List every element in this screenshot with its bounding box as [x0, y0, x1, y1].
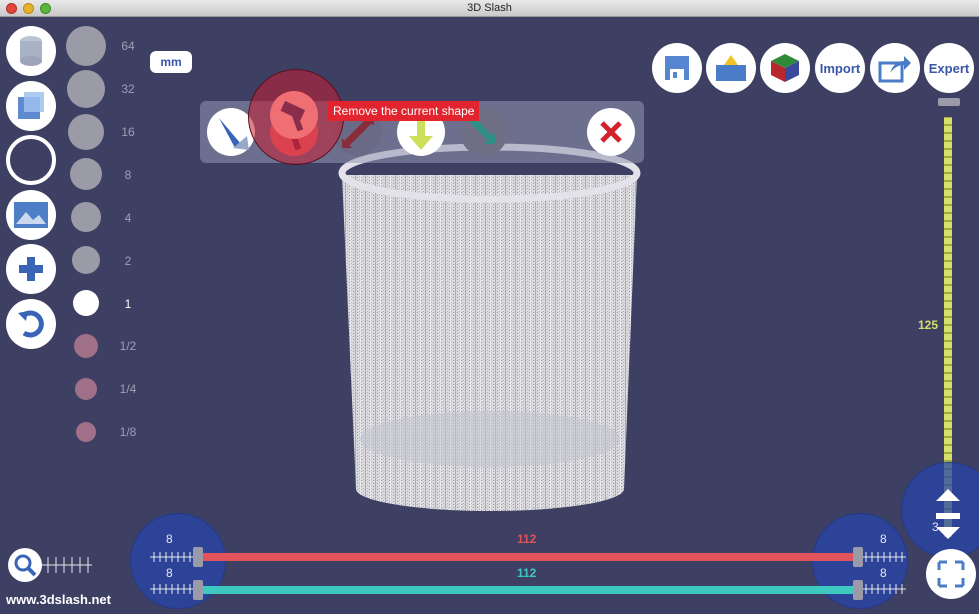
window-title: 3D Slash	[467, 2, 512, 14]
size-quarter-dot[interactable]	[75, 378, 97, 400]
close-toolbar-button[interactable]	[587, 108, 635, 156]
size-1-dot[interactable]	[73, 290, 99, 316]
size-64-dot[interactable]	[66, 26, 106, 66]
website-link[interactable]: www.3dslash.net	[6, 592, 111, 607]
size-eighth-dot[interactable]	[76, 422, 96, 442]
cube-icon	[18, 92, 44, 119]
tooltip: Remove the current shape	[328, 101, 480, 121]
add-button[interactable]	[6, 244, 56, 294]
red-slider-value: 112	[517, 532, 537, 546]
zoom-button[interactable]	[8, 548, 42, 582]
size-2-label: 2	[124, 254, 132, 268]
close-window-button[interactable]	[6, 3, 17, 14]
export-3d-button[interactable]	[760, 43, 810, 93]
close-icon	[600, 121, 622, 143]
window-titlebar: 3D Slash	[0, 0, 979, 17]
save-button[interactable]	[652, 43, 702, 93]
teal-slider-right-handle[interactable]	[853, 580, 863, 600]
minimize-window-button[interactable]	[23, 3, 34, 14]
cylinder-bottom	[360, 411, 620, 467]
size-16-label: 16	[121, 125, 135, 139]
share-button[interactable]	[870, 43, 920, 93]
magnifier-icon	[14, 554, 37, 577]
corner-value: 3	[932, 520, 939, 534]
unit-button[interactable]: mm	[150, 51, 192, 73]
expand-icon	[937, 560, 965, 588]
vertical-slider-top-handle[interactable]	[938, 98, 960, 106]
open-button[interactable]	[706, 43, 756, 93]
hammer-icon	[280, 100, 306, 132]
fit-view-button[interactable]	[926, 549, 976, 599]
size-4-dot[interactable]	[71, 202, 101, 232]
shape-cylinder-button[interactable]	[6, 26, 56, 76]
expert-button[interactable]: Expert	[924, 43, 974, 93]
size-4-label: 4	[124, 211, 132, 225]
size-16-dot[interactable]	[68, 114, 104, 150]
cylinder-icon	[20, 36, 42, 66]
import-image-button[interactable]	[6, 190, 56, 240]
teal-slider-left-handle[interactable]	[193, 580, 203, 600]
left-top-value: 8	[166, 532, 173, 546]
red-slider-right-handle[interactable]	[853, 547, 863, 567]
vertical-slider-value: 125	[918, 318, 939, 332]
save-icon	[665, 56, 689, 80]
size-64-label: 64	[121, 39, 135, 53]
size-2-dot[interactable]	[72, 246, 100, 274]
share-icon	[878, 56, 911, 83]
size-quarter-label: 1/4	[119, 382, 137, 396]
zoom-window-button[interactable]	[40, 3, 51, 14]
slider-ticks	[150, 552, 906, 594]
size-32-dot[interactable]	[67, 70, 105, 108]
size-8-dot[interactable]	[70, 158, 102, 190]
size-32-label: 32	[121, 82, 135, 96]
up-down-arrows-icon	[936, 489, 960, 539]
size-8-label: 8	[124, 168, 132, 182]
plus-icon	[19, 257, 43, 281]
workspace[interactable]: 64 32 16 8 4 2 1 1/2 1/4 1/8 mm Remove t…	[0, 17, 979, 614]
red-slider-left-handle[interactable]	[193, 547, 203, 567]
undo-icon	[18, 310, 44, 338]
shape-empty-button[interactable]	[6, 135, 56, 185]
folder-icon	[716, 55, 746, 81]
size-half-dot[interactable]	[74, 334, 98, 358]
image-icon	[14, 202, 48, 228]
size-half-label: 1/2	[119, 339, 137, 353]
right-top-value: 8	[880, 532, 887, 546]
shape-cube-button[interactable]	[6, 81, 56, 131]
import-button[interactable]: Import	[815, 43, 865, 93]
hammer-active-button[interactable]	[270, 91, 318, 139]
zoom-slider[interactable]	[42, 555, 94, 575]
size-1-label: 1	[124, 297, 132, 311]
color-cube-icon	[771, 54, 799, 82]
size-eighth-label: 1/8	[119, 425, 137, 439]
undo-button[interactable]	[6, 299, 56, 349]
vertical-ticks	[944, 117, 952, 510]
